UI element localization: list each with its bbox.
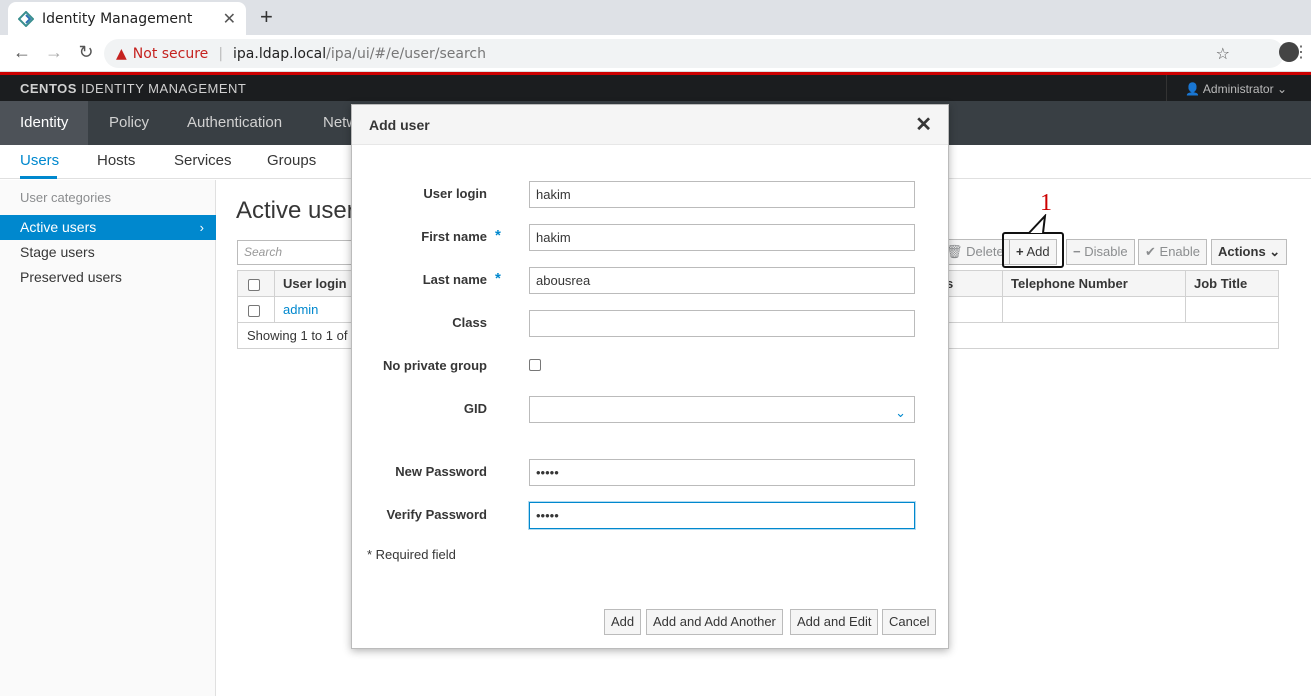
sidebar-item-stage-users[interactable]: Stage users xyxy=(0,240,216,265)
sidebar-item-label: Preserved users xyxy=(20,269,122,285)
row-checkbox[interactable] xyxy=(238,297,274,323)
subnav-hosts[interactable]: Hosts xyxy=(97,152,135,169)
address-bar: ← → ↻ ▲ Not secure | ipa.ldap.local/ipa/… xyxy=(0,35,1311,72)
warning-triangle-icon: ▲ xyxy=(116,45,127,62)
add-and-edit-button[interactable]: Add and Edit xyxy=(790,609,879,635)
enable-button[interactable]: ✔ Enable xyxy=(1138,239,1208,265)
forward-arrow-icon[interactable]: → xyxy=(42,42,66,63)
close-icon[interactable]: ✕ xyxy=(915,115,932,135)
subnav-active-indicator xyxy=(20,176,57,179)
user-login-input[interactable]: hakim xyxy=(529,181,915,208)
sidebar-item-preserved-users[interactable]: Preserved users xyxy=(0,265,216,290)
url-separator: | xyxy=(218,45,224,62)
actions-dropdown[interactable]: Actions ⌄ xyxy=(1211,239,1288,265)
dialog-title: Add user xyxy=(369,117,430,133)
add-button[interactable]: Add xyxy=(604,609,642,635)
site-favicon-icon xyxy=(18,10,34,27)
nav-identity[interactable]: Identity xyxy=(0,101,89,145)
delete-button[interactable]: 🗑 Delete xyxy=(940,239,1011,265)
chevron-down-icon: ⌄ xyxy=(895,405,906,420)
no-private-group-label: No private group xyxy=(382,358,487,373)
browser-tab-bar: Identity Management ✕ + xyxy=(0,0,1311,35)
url-host: ipa.ldap.local xyxy=(233,45,327,62)
gid-label: GID xyxy=(463,401,487,416)
telephone-cell xyxy=(1002,297,1185,323)
verify-password-label: Verify Password xyxy=(386,507,487,522)
annotation-number-one: 1 xyxy=(1040,190,1052,216)
subnav-services[interactable]: Services xyxy=(174,152,232,169)
no-private-group-checkbox[interactable] xyxy=(529,359,541,371)
add-user-dialog: Add user ✕ User login hakim First name *… xyxy=(351,104,949,649)
new-tab-button[interactable]: + xyxy=(260,6,273,28)
verify-password-input[interactable]: ••••• xyxy=(529,502,915,529)
brand-logo: CENTOS IDENTITY MANAGEMENT xyxy=(20,81,247,96)
table-footer: Showing 1 to 1 of 1 xyxy=(247,328,359,343)
reload-icon[interactable]: ↻ xyxy=(74,42,98,63)
subnav-users[interactable]: Users xyxy=(20,152,59,169)
class-input[interactable] xyxy=(529,310,915,337)
nav-policy[interactable]: Policy xyxy=(89,101,169,145)
sidebar-item-label: Active users xyxy=(20,219,97,235)
minus-icon: − xyxy=(1073,244,1081,259)
new-password-label: New Password xyxy=(395,464,487,479)
tab-title: Identity Management xyxy=(42,10,193,27)
tab-close-icon[interactable]: ✕ xyxy=(223,9,236,29)
column-telephone-number[interactable]: Telephone Number xyxy=(1002,271,1185,297)
required-marker: * xyxy=(495,227,501,244)
user-icon: 👤 xyxy=(1185,82,1201,96)
first-name-input[interactable]: hakim xyxy=(529,224,915,251)
select-all-checkbox[interactable] xyxy=(238,271,274,297)
sidebar-item-active-users[interactable]: Active users › xyxy=(0,215,216,240)
back-arrow-icon[interactable]: ← xyxy=(10,42,34,63)
first-name-label: First name xyxy=(421,229,487,244)
sidebar-category-label: User categories xyxy=(20,190,112,205)
chevron-right-icon: › xyxy=(199,220,204,235)
chevron-down-icon: ⌄ xyxy=(1269,244,1281,259)
url-path: /ipa/ui/#/e/user/search xyxy=(326,45,486,62)
user-menu[interactable]: 👤 Administrator ⌄ xyxy=(1185,82,1287,96)
chevron-down-icon: ⌄ xyxy=(1276,82,1287,96)
class-label: Class xyxy=(452,315,487,330)
page-title: Active user xyxy=(236,197,355,224)
gid-select[interactable]: ⌄ xyxy=(529,396,915,423)
disable-button[interactable]: − Disable xyxy=(1066,239,1135,265)
last-name-input[interactable]: abousrea xyxy=(529,267,915,294)
annotation-callout-box xyxy=(1002,232,1064,268)
add-and-add-another-button[interactable]: Add and Add Another xyxy=(646,609,783,635)
browser-menu-icon[interactable]: ⋮ xyxy=(1293,42,1309,62)
masthead-divider xyxy=(1166,75,1167,101)
user-login-label: User login xyxy=(423,186,487,201)
last-name-label: Last name xyxy=(422,272,487,287)
new-password-input[interactable]: ••••• xyxy=(529,459,915,486)
url-field[interactable]: ▲ Not secure | ipa.ldap.local/ipa/ui/#/e… xyxy=(104,39,1284,68)
cancel-button[interactable]: Cancel xyxy=(882,609,937,635)
required-marker: * xyxy=(495,270,501,287)
masthead: CENTOS IDENTITY MANAGEMENT 👤 Administrat… xyxy=(0,75,1311,101)
nav-authentication[interactable]: Authentication xyxy=(167,101,302,145)
sidebar-item-label: Stage users xyxy=(20,244,95,260)
subnav-groups[interactable]: Groups xyxy=(267,152,316,169)
column-job-title[interactable]: Job Title xyxy=(1185,271,1278,297)
callout-pointer xyxy=(1028,214,1047,234)
bookmark-star-icon[interactable]: ☆ xyxy=(1216,44,1230,63)
dialog-header: Add user ✕ xyxy=(352,105,948,145)
browser-tab[interactable]: Identity Management ✕ xyxy=(8,2,246,35)
job-title-cell xyxy=(1185,297,1278,323)
security-status[interactable]: Not secure xyxy=(133,46,209,62)
required-field-note: * Required field xyxy=(367,547,456,562)
check-icon: ✔ xyxy=(1145,244,1156,259)
sidebar: User categories Active users › Stage use… xyxy=(0,180,216,696)
